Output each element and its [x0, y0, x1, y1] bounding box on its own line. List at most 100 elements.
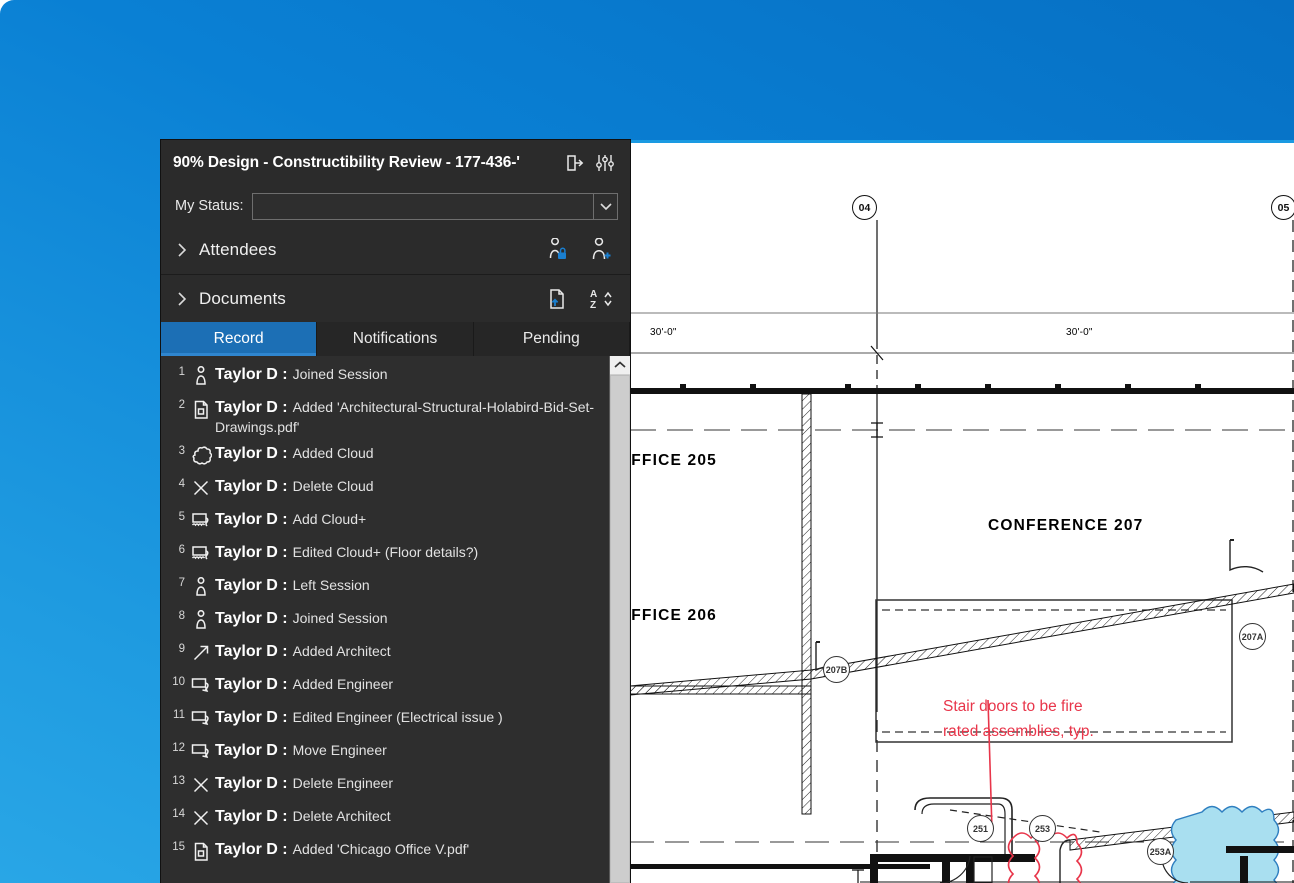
record-row[interactable]: 3Taylor D :Added Cloud	[165, 441, 607, 474]
record-user: Taylor D :	[215, 643, 288, 660]
record-body: Taylor D : Added Engineer	[215, 674, 603, 695]
record-row[interactable]: 10 Taylor D : Added Engineer	[165, 672, 607, 705]
record-body: Taylor D :Left Session	[215, 575, 603, 596]
record-action: Edited Cloud+ (Floor details?)	[293, 544, 479, 560]
panel-titlebar: 90% Design - Constructibility Review - 1…	[161, 140, 630, 186]
record-row[interactable]: 14Taylor D :Delete Architect	[165, 804, 607, 837]
record-index: 2	[167, 397, 187, 411]
lock-attendee-icon[interactable]	[540, 233, 574, 267]
tab-pending[interactable]: Pending	[474, 322, 630, 356]
record-user: Taylor D :	[215, 577, 288, 594]
record-user: Taylor D :	[215, 676, 288, 693]
record-user: Taylor D :	[215, 742, 288, 759]
record-body: Taylor D :Added Cloud	[215, 443, 603, 464]
svg-text:Z: Z	[590, 300, 596, 311]
record-user: Taylor D :	[215, 544, 288, 561]
record-scrollbar[interactable]	[609, 356, 630, 883]
door-tag: 207A	[1239, 623, 1266, 650]
my-status-select[interactable]	[252, 193, 619, 220]
door-tag: 253A	[1147, 838, 1174, 865]
record-action: Added 'Chicago Office V.pdf'	[293, 841, 470, 857]
person-icon	[187, 608, 215, 630]
record-row[interactable]: 4 Taylor D :Delete Cloud	[165, 474, 607, 507]
svg-text:A: A	[590, 289, 597, 300]
record-action: Delete Engineer	[293, 775, 393, 791]
record-action: Add Cloud+	[293, 511, 367, 527]
chevron-up-icon[interactable]	[610, 356, 630, 375]
door-tag: 207B	[823, 656, 850, 683]
record-row[interactable]: 7Taylor D :Left Session	[165, 573, 607, 606]
section-attendees[interactable]: Attendees	[161, 226, 630, 274]
record-index: 15	[167, 839, 187, 853]
record-body: Taylor D :Joined Session	[215, 364, 603, 385]
record-body: Taylor D :Move Engineer	[215, 740, 603, 761]
upload-document-icon[interactable]	[540, 282, 574, 316]
record-index: 11	[167, 707, 187, 721]
close-x-icon	[187, 806, 215, 828]
callout-icon	[187, 674, 215, 696]
record-list[interactable]: 1Taylor D :Joined Session2Taylor D :Adde…	[161, 356, 609, 883]
record-row[interactable]: 13Taylor D :Delete Engineer	[165, 771, 607, 804]
record-action: Added Engineer	[293, 676, 393, 692]
record-user: Taylor D :	[215, 841, 288, 858]
my-status-row: My Status:	[161, 186, 630, 226]
callout-icon	[187, 740, 215, 762]
add-attendee-icon[interactable]	[584, 233, 618, 267]
my-status-label: My Status:	[175, 198, 244, 214]
record-body: Taylor D :Delete Architect	[215, 806, 603, 827]
record-user: Taylor D :	[215, 709, 288, 726]
tab-record[interactable]: Record	[161, 322, 317, 356]
record-user: Taylor D :	[215, 399, 288, 416]
grid-bubble: 04	[852, 195, 877, 220]
record-row[interactable]: 15 Taylor D : Added 'Chicago Office V.pdf'	[165, 837, 607, 870]
session-panel: 90% Design - Constructibility Review - 1…	[161, 140, 630, 883]
arrow-icon	[187, 641, 215, 663]
record-action: Edited Engineer (Electrical issue )	[293, 709, 503, 725]
sort-az-icon[interactable]: A Z	[584, 282, 618, 316]
door-tag: 253	[1029, 815, 1056, 842]
record-row[interactable]: 9Taylor D :Added Architect	[165, 639, 607, 672]
record-index: 4	[167, 476, 187, 490]
cloud-plus-icon	[187, 542, 215, 564]
record-index: 12	[167, 740, 187, 754]
chevron-down-icon[interactable]	[593, 194, 617, 219]
tab-notifications[interactable]: Notifications	[317, 322, 473, 356]
room-label-office-205: OFFICE 205	[630, 452, 717, 470]
record-index: 8	[167, 608, 187, 622]
settings-sliders-icon[interactable]	[590, 148, 620, 178]
record-row[interactable]: 12 Taylor D :Move Engineer	[165, 738, 607, 771]
record-row[interactable]: 2Taylor D :Added 'Architectural-Structur…	[165, 395, 607, 441]
record-user: Taylor D :	[215, 808, 288, 825]
record-body: Taylor D :Add Cloud+	[215, 509, 603, 530]
record-index: 10	[167, 674, 187, 688]
cloud-plus-icon	[187, 509, 215, 531]
record-action: Joined Session	[293, 610, 388, 626]
desktop-background: 04 05 30'-0" 30'-0" OFFICE 205 OFFICE 20…	[0, 0, 1294, 883]
record-index: 6	[167, 542, 187, 556]
door-tag: 251	[967, 815, 994, 842]
record-row[interactable]: 5 Taylor D :Add Cloud+	[165, 507, 607, 540]
record-row[interactable]: 1Taylor D :Joined Session	[165, 362, 607, 395]
person-icon	[187, 575, 215, 597]
person-icon	[187, 364, 215, 386]
grid-bubble: 05	[1271, 195, 1294, 220]
room-label-conference-207: CONFERENCE 207	[988, 517, 1143, 535]
chevron-right-icon[interactable]	[175, 292, 189, 306]
record-row[interactable]: 6 Taylor D : Edited Cloud+ (Floor details?…	[165, 540, 607, 573]
scrollbar-thumb[interactable]	[610, 375, 630, 883]
floor-plan-svg	[630, 140, 1294, 883]
section-documents-label: Documents	[199, 289, 530, 309]
record-user: Taylor D :	[215, 478, 288, 495]
record-action: Added Cloud	[293, 445, 374, 461]
record-row[interactable]: 8Taylor D :Joined Session	[165, 606, 607, 639]
record-index: 5	[167, 509, 187, 523]
record-user: Taylor D :	[215, 366, 288, 383]
record-index: 9	[167, 641, 187, 655]
exit-session-icon[interactable]	[560, 148, 590, 178]
cad-drawing-viewport[interactable]: 04 05 30'-0" 30'-0" OFFICE 205 OFFICE 20…	[630, 140, 1294, 883]
record-body: Taylor D :Delete Cloud	[215, 476, 603, 497]
record-row[interactable]: 11 Taylor D : Edited Engineer (Electrical …	[165, 705, 607, 738]
section-documents[interactable]: Documents A Z	[161, 274, 630, 322]
markup-note-text: Stair doors to be fire rated assemblies,…	[943, 695, 1094, 745]
chevron-right-icon[interactable]	[175, 243, 189, 257]
